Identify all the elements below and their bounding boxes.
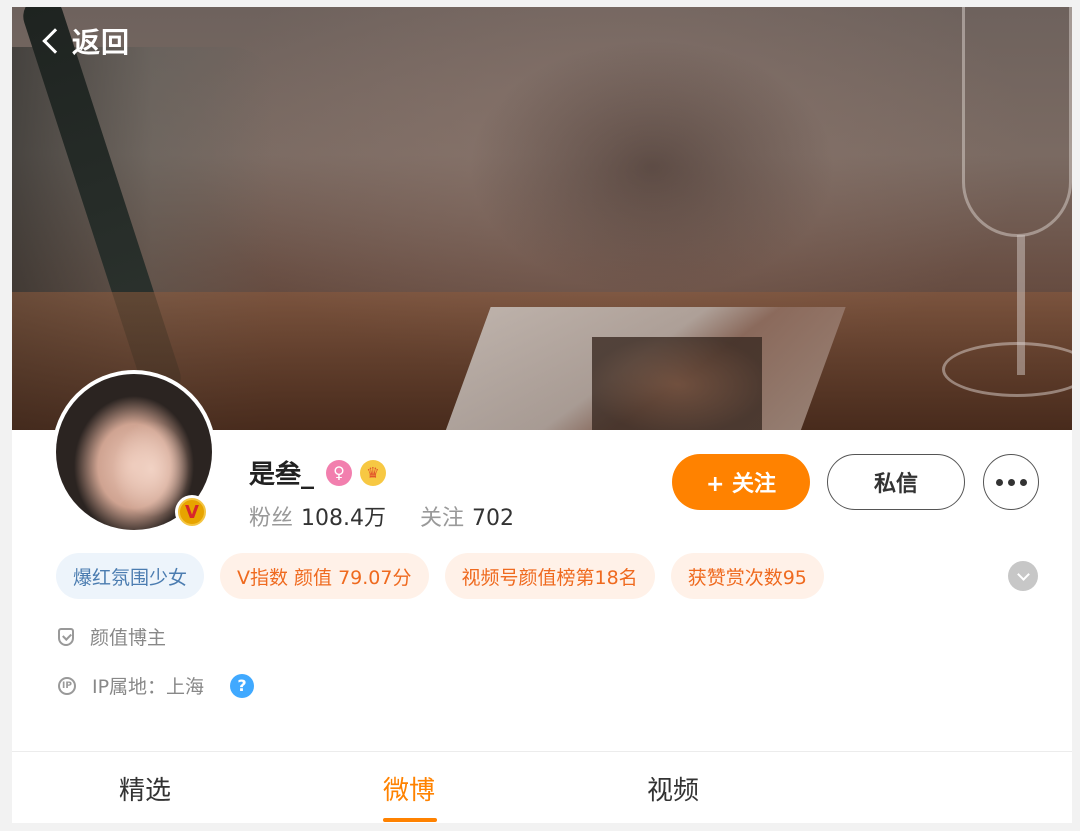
category-text: 颜值博主 — [90, 627, 167, 649]
following-label: 关注 — [420, 506, 465, 531]
profile-name: 是叁_ — [249, 460, 315, 490]
tag-item[interactable]: V指数 颜值 79.07分 — [220, 553, 429, 599]
more-options-button[interactable] — [983, 454, 1039, 510]
cover-image: 返回 — [12, 7, 1072, 430]
more-dot-icon — [1019, 478, 1027, 486]
shield-icon — [58, 627, 74, 646]
ip-icon: IP — [58, 676, 76, 695]
back-label: 返回 — [72, 26, 131, 59]
following-stat[interactable]: 关注 702 — [420, 500, 514, 532]
expand-tags-button[interactable] — [1008, 561, 1038, 591]
tag-item[interactable]: 视频号颜值榜第18名 — [444, 553, 655, 599]
chevron-down-icon — [1016, 567, 1030, 581]
back-button[interactable]: 返回 — [38, 21, 130, 61]
tab-video[interactable]: 视频 — [647, 770, 699, 807]
tab-weibo[interactable]: 微博 — [383, 770, 435, 807]
profile-page: 返回 V 是叁_ ♀ ♛ 粉丝 108.4万 关注 702 + 关注 私信 爆红氛围… — [12, 7, 1072, 823]
followers-label: 粉丝 — [249, 506, 294, 531]
ip-location-text: IP属地：上海 — [92, 676, 205, 698]
profile-stats: 粉丝 108.4万 关注 702 — [249, 500, 514, 532]
tab-featured[interactable]: 精选 — [119, 770, 171, 807]
following-value: 702 — [472, 506, 515, 531]
more-dot-icon — [1007, 478, 1015, 486]
chevron-left-icon — [42, 28, 68, 54]
female-icon: ♀ — [326, 459, 353, 486]
profile-name-row: 是叁_ ♀ ♛ — [249, 454, 387, 491]
followers-value: 108.4万 — [301, 506, 386, 531]
cover-book-art — [592, 337, 762, 430]
follow-button[interactable]: + 关注 — [672, 454, 810, 510]
tag-item[interactable]: 爆红氛围少女 — [56, 553, 205, 599]
followers-stat[interactable]: 粉丝 108.4万 — [249, 500, 386, 532]
message-button[interactable]: 私信 — [827, 454, 965, 510]
verified-badge: V — [175, 495, 209, 529]
avatar[interactable]: V — [52, 370, 216, 534]
tag-list: 爆红氛围少女 V指数 颜值 79.07分 视频号颜值榜第18名 获赞赏次数95 — [56, 553, 824, 599]
crown-icon[interactable]: ♛ — [360, 459, 387, 486]
profile-tabs: 精选 微博 视频 — [12, 752, 1072, 823]
tag-item[interactable]: 获赞赏次数95 — [670, 553, 824, 599]
active-tab-indicator — [383, 818, 437, 822]
ip-line: IP IP属地：上海 ? — [58, 672, 255, 699]
more-dot-icon — [995, 478, 1003, 486]
help-icon[interactable]: ? — [230, 673, 255, 698]
cover-glass-bowl — [962, 7, 1072, 237]
verified-v-icon: V — [178, 498, 206, 526]
category-line: 颜值博主 — [58, 623, 166, 650]
